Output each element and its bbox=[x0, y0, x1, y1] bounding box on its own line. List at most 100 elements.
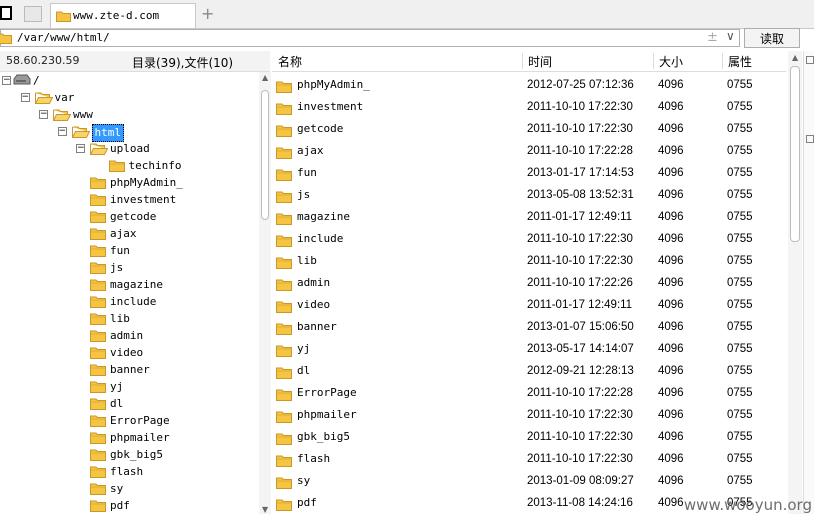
table-row[interactable]: admin 2011-10-10 17:22:26 4096 0755 bbox=[272, 272, 786, 294]
tree-node-label[interactable]: dl bbox=[110, 396, 123, 412]
table-row[interactable]: video 2011-01-17 12:49:11 4096 0755 bbox=[272, 294, 786, 316]
tree-node-label[interactable]: ErrorPage bbox=[110, 413, 170, 429]
table-row[interactable]: banner 2013-01-07 15:06:50 4096 0755 bbox=[272, 316, 786, 338]
file-name[interactable]: lib bbox=[297, 250, 317, 272]
tree-node-label[interactable]: sy bbox=[110, 481, 123, 497]
table-row[interactable]: include 2011-10-10 17:22:30 4096 0755 bbox=[272, 228, 786, 250]
tree-node-label[interactable]: pdf bbox=[110, 498, 130, 514]
file-name[interactable]: sy bbox=[297, 470, 310, 492]
tree-node-label[interactable]: js bbox=[110, 260, 123, 276]
right-scrollbar-thumb[interactable] bbox=[790, 66, 800, 242]
column-time[interactable]: 时间 bbox=[528, 53, 552, 69]
scroll-up-icon[interactable]: ▲ bbox=[262, 73, 268, 82]
path-input[interactable]: /var/www/html/ ± ∨ bbox=[0, 29, 740, 47]
file-name[interactable]: fun bbox=[297, 162, 317, 184]
tree-node-label[interactable]: ajax bbox=[110, 226, 137, 242]
window-icon[interactable] bbox=[0, 6, 12, 20]
collapse-icon[interactable] bbox=[806, 56, 814, 64]
tab-active[interactable]: www.zte-d.com bbox=[50, 3, 196, 28]
left-scrollbar-thumb[interactable] bbox=[261, 90, 269, 220]
file-name[interactable]: js bbox=[297, 184, 310, 206]
read-button[interactable]: 读取 bbox=[744, 28, 800, 48]
file-name[interactable]: investment bbox=[297, 96, 363, 118]
table-row[interactable]: phpMyAdmin_ 2012-07-25 07:12:36 4096 0755 bbox=[272, 74, 786, 96]
table-row[interactable]: lib 2011-10-10 17:22:30 4096 0755 bbox=[272, 250, 786, 272]
column-divider[interactable] bbox=[653, 53, 654, 69]
tree-node-label[interactable]: techinfo bbox=[129, 158, 182, 174]
tree-node-label[interactable]: var bbox=[55, 90, 75, 106]
table-row[interactable]: investment 2011-10-10 17:22:30 4096 0755 bbox=[272, 96, 786, 118]
file-name[interactable]: admin bbox=[297, 272, 330, 294]
table-row[interactable]: fun 2013-01-17 17:14:53 4096 0755 bbox=[272, 162, 786, 184]
column-divider[interactable] bbox=[722, 53, 723, 69]
tree-node-label[interactable]: banner bbox=[110, 362, 150, 378]
tree-node-label[interactable]: magazine bbox=[110, 277, 163, 293]
file-name[interactable]: flash bbox=[297, 448, 330, 470]
table-row[interactable]: ErrorPage 2011-10-10 17:22:28 4096 0755 bbox=[272, 382, 786, 404]
collapse-icon[interactable] bbox=[806, 135, 814, 143]
folder-icon bbox=[276, 496, 292, 514]
table-row[interactable]: phpmailer 2011-10-10 17:22:30 4096 0755 bbox=[272, 404, 786, 426]
tree-node-label[interactable]: flash bbox=[110, 464, 143, 480]
table-row[interactable]: yj 2013-05-17 14:14:07 4096 0755 bbox=[272, 338, 786, 360]
file-name[interactable]: dl bbox=[297, 360, 310, 382]
tree-node-label[interactable]: admin bbox=[110, 328, 143, 344]
collapse-icon[interactable]: − bbox=[57, 127, 67, 136]
file-name[interactable]: phpMyAdmin_ bbox=[297, 74, 370, 96]
file-name[interactable]: phpmailer bbox=[297, 404, 357, 426]
collapse-icon[interactable]: − bbox=[2, 76, 11, 85]
folder-icon bbox=[90, 278, 106, 295]
tree-node-label[interactable]: phpMyAdmin_ bbox=[110, 175, 183, 191]
collapse-icon[interactable]: − bbox=[20, 93, 30, 102]
column-perm[interactable]: 属性 bbox=[728, 53, 752, 69]
tree-node-label[interactable]: phpmailer bbox=[110, 430, 170, 446]
scroll-down-icon[interactable]: ▼ bbox=[262, 505, 268, 514]
tree-node-label[interactable]: video bbox=[110, 345, 143, 361]
scroll-up-icon[interactable]: ▲ bbox=[792, 53, 798, 62]
file-perm: 0755 bbox=[727, 255, 753, 267]
table-row[interactable]: sy 2013-01-09 08:09:27 4096 0755 bbox=[272, 470, 786, 492]
collapse-icon[interactable]: − bbox=[76, 144, 85, 153]
file-name[interactable]: getcode bbox=[297, 118, 343, 140]
tree-node-label[interactable]: upload bbox=[110, 141, 150, 157]
tree-node-label[interactable]: getcode bbox=[110, 209, 156, 225]
tree-node-label[interactable]: investment bbox=[110, 192, 176, 208]
file-name[interactable]: ajax bbox=[297, 140, 324, 162]
tree-node-label[interactable]: yj bbox=[110, 379, 123, 395]
file-time: 2013-05-17 14:14:07 bbox=[527, 343, 634, 355]
star-icon[interactable]: ± bbox=[707, 30, 718, 45]
tree-node-label[interactable]: html bbox=[91, 124, 124, 142]
file-name[interactable]: magazine bbox=[297, 206, 350, 228]
file-name[interactable]: ErrorPage bbox=[297, 382, 357, 404]
file-name[interactable]: include bbox=[297, 228, 343, 250]
blank-tab[interactable] bbox=[24, 6, 42, 22]
folder-icon bbox=[90, 329, 106, 346]
file-name[interactable]: video bbox=[297, 294, 330, 316]
tree-node-label[interactable]: www bbox=[73, 107, 93, 123]
chevron-down-icon[interactable]: ∨ bbox=[726, 29, 735, 43]
folder-icon bbox=[90, 261, 106, 278]
new-tab-button[interactable]: + bbox=[201, 4, 214, 23]
table-row[interactable]: ajax 2011-10-10 17:22:28 4096 0755 bbox=[272, 140, 786, 162]
table-row[interactable]: magazine 2011-01-17 12:49:11 4096 0755 bbox=[272, 206, 786, 228]
table-row[interactable]: getcode 2011-10-10 17:22:30 4096 0755 bbox=[272, 118, 786, 140]
file-name[interactable]: banner bbox=[297, 316, 337, 338]
tree-node-label[interactable]: include bbox=[110, 294, 156, 310]
file-size: 4096 bbox=[658, 79, 684, 91]
column-size[interactable]: 大小 bbox=[659, 53, 683, 69]
table-row[interactable]: js 2013-05-08 13:52:31 4096 0755 bbox=[272, 184, 786, 206]
file-name[interactable]: yj bbox=[297, 338, 310, 360]
tree-node-label[interactable]: fun bbox=[110, 243, 130, 259]
table-row[interactable]: dl 2012-09-21 12:28:13 4096 0755 bbox=[272, 360, 786, 382]
tree-node-label[interactable]: lib bbox=[110, 311, 130, 327]
file-name[interactable]: pdf bbox=[297, 492, 317, 514]
tree-node-label[interactable]: / bbox=[33, 73, 40, 89]
file-size: 4096 bbox=[658, 233, 684, 245]
column-name[interactable]: 名称 bbox=[278, 53, 302, 69]
tree-node-label[interactable]: gbk_big5 bbox=[110, 447, 163, 463]
table-row[interactable]: flash 2011-10-10 17:22:30 4096 0755 bbox=[272, 448, 786, 470]
collapse-icon[interactable]: − bbox=[39, 110, 48, 119]
column-divider[interactable] bbox=[522, 53, 523, 69]
table-row[interactable]: gbk_big5 2011-10-10 17:22:30 4096 0755 bbox=[272, 426, 786, 448]
file-name[interactable]: gbk_big5 bbox=[297, 426, 350, 448]
